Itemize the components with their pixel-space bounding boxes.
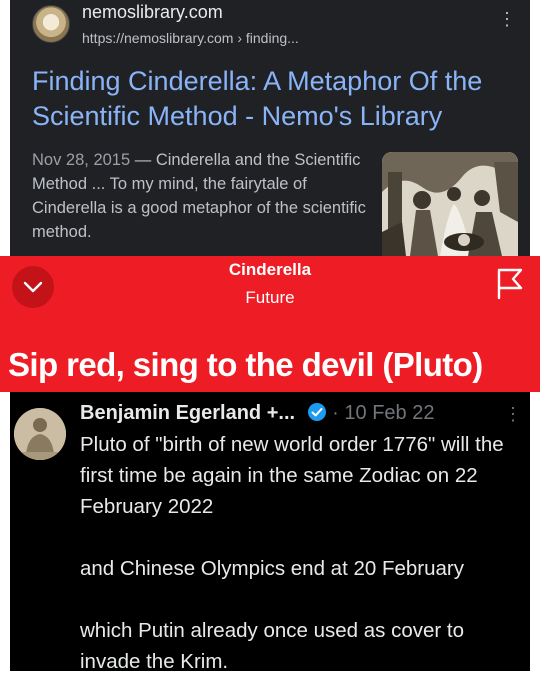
tweet-card[interactable]: Benjamin Egerland +... · 10 Feb 22 ⋮ Plu… (10, 392, 530, 671)
tweet-paragraph: which Putin already once used as cover t… (80, 619, 465, 671)
tweet-paragraph: and Chinese Olympics end at 20 February (80, 557, 465, 580)
result-snippet: Nov 28, 2015 — Cinderella and the Scient… (32, 148, 368, 244)
site-url[interactable]: https://nemoslibrary.com › finding... (82, 30, 299, 46)
separator-dot: · (326, 402, 345, 424)
lyrics-line: Sip red, sing to the devil (Pluto) (8, 346, 483, 383)
site-name: nemoslibrary.com (82, 2, 223, 22)
report-button[interactable] (494, 266, 526, 300)
now-playing-header: Cinderella Future Sip red, sing to the d… (0, 256, 540, 392)
tweet-paragraph: Pluto of "birth of new world order 1776"… (80, 433, 504, 518)
artist-name[interactable]: Future (0, 288, 540, 308)
search-result-card[interactable]: nemoslibrary.com https://nemoslibrary.co… (10, 0, 530, 256)
tweet-header: Benjamin Egerland +... · 10 Feb 22 (80, 400, 434, 429)
result-title-link[interactable]: Finding Cinderella: A Metaphor Of the Sc… (32, 64, 522, 134)
avatar[interactable] (14, 408, 66, 460)
result-more-options-icon[interactable]: ⋮ (498, 10, 516, 28)
song-title: Cinderella (228, 260, 312, 279)
tweet-more-options-icon[interactable]: ⋮ (504, 404, 522, 425)
result-thumbnail-image[interactable] (382, 152, 518, 256)
flag-icon (497, 268, 523, 300)
author-name[interactable]: Benjamin Egerland +... (80, 402, 295, 424)
site-favicon-icon (32, 5, 70, 43)
tweet-date[interactable]: 10 Feb 22 (344, 402, 434, 424)
result-date: Nov 28, 2015 (32, 151, 131, 169)
verified-badge-icon (307, 402, 327, 429)
tweet-text: Pluto of "birth of new world order 1776"… (80, 429, 526, 671)
